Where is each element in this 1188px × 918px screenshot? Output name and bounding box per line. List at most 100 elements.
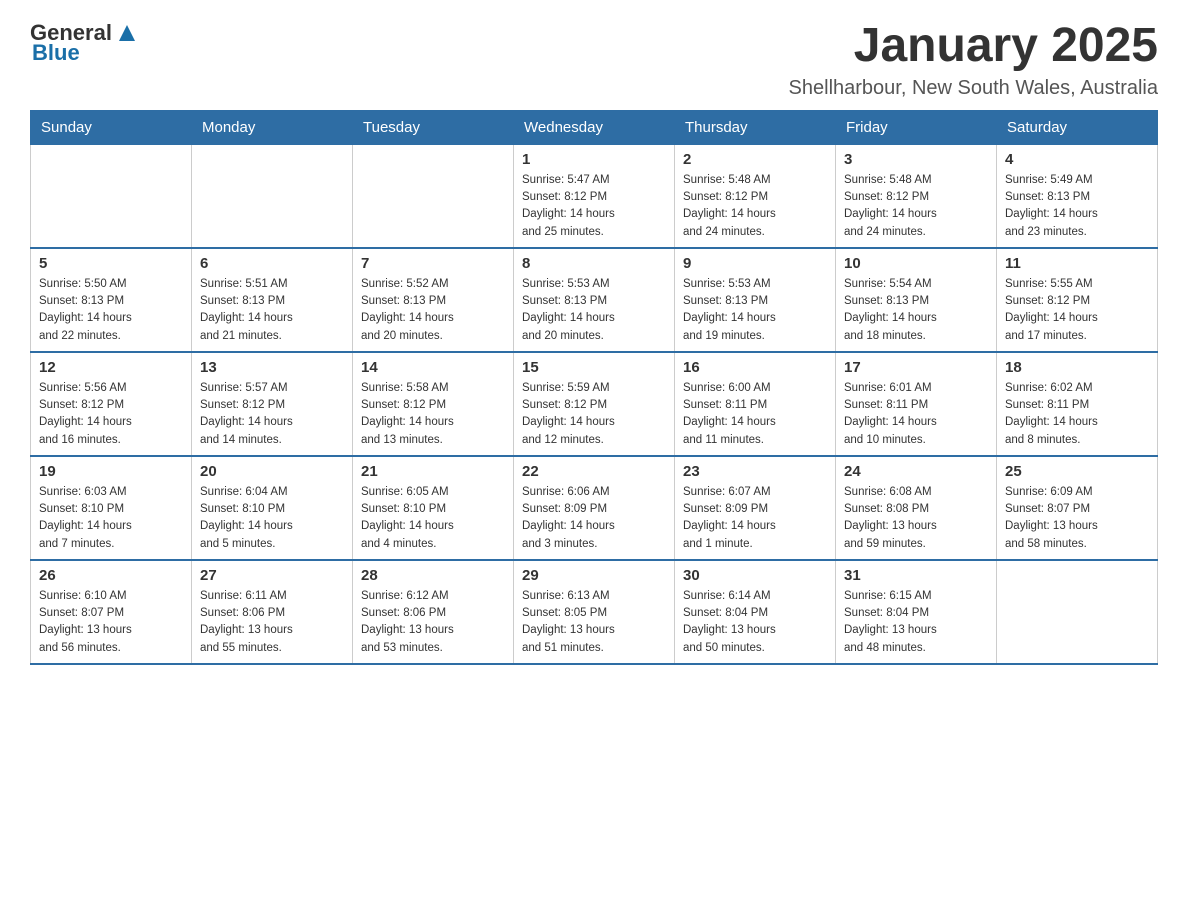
calendar-week-row: 1 Sunrise: 5:47 AM Sunset: 8:12 PM Daylig… bbox=[31, 144, 1158, 248]
calendar-day-cell: 10 Sunrise: 5:54 AM Sunset: 8:13 PM Dayli… bbox=[836, 248, 997, 352]
day-info: Sunrise: 6:02 AM Sunset: 8:11 PM Dayligh… bbox=[1005, 380, 1149, 449]
calendar-day-header: Tuesday bbox=[353, 110, 514, 144]
calendar-table: SundayMondayTuesdayWednesdayThursdayFrid… bbox=[30, 110, 1158, 665]
day-number: 8 bbox=[522, 255, 666, 272]
day-number: 17 bbox=[844, 359, 988, 376]
calendar-day-cell: 7 Sunrise: 5:52 AM Sunset: 8:13 PM Daylig… bbox=[353, 248, 514, 352]
calendar-day-cell bbox=[353, 144, 514, 248]
calendar-day-cell: 9Sunrise: 5:53 AM Sunset: 8:13 PM Daylig… bbox=[675, 248, 836, 352]
day-info: Sunrise: 6:06 AM Sunset: 8:09 PM Dayligh… bbox=[522, 484, 666, 553]
calendar-week-row: 19Sunrise: 6:03 AM Sunset: 8:10 PM Dayli… bbox=[31, 456, 1158, 560]
calendar-day-cell: 28 Sunrise: 6:12 AM Sunset: 8:06 PM Dayli… bbox=[353, 560, 514, 664]
day-number: 10 bbox=[844, 255, 988, 272]
calendar-day-cell: 1 Sunrise: 5:47 AM Sunset: 8:12 PM Daylig… bbox=[514, 144, 675, 248]
calendar-day-cell: 8 Sunrise: 5:53 AM Sunset: 8:13 PM Daylig… bbox=[514, 248, 675, 352]
day-info: Sunrise: 6:00 AM Sunset: 8:11 PM Dayligh… bbox=[683, 380, 827, 449]
day-info: Sunrise: 6:11 AM Sunset: 8:06 PM Dayligh… bbox=[200, 588, 344, 657]
calendar-day-cell: 19Sunrise: 6:03 AM Sunset: 8:10 PM Dayli… bbox=[31, 456, 192, 560]
calendar-day-cell: 6 Sunrise: 5:51 AM Sunset: 8:13 PM Daylig… bbox=[192, 248, 353, 352]
location-subtitle: Shellharbour, New South Wales, Australia bbox=[789, 77, 1158, 100]
calendar-day-header: Saturday bbox=[997, 110, 1158, 144]
day-info: Sunrise: 5:48 AM Sunset: 8:12 PM Dayligh… bbox=[844, 172, 988, 241]
calendar-day-cell: 25Sunrise: 6:09 AM Sunset: 8:07 PM Dayli… bbox=[997, 456, 1158, 560]
calendar-day-cell: 16 Sunrise: 6:00 AM Sunset: 8:11 PM Dayli… bbox=[675, 352, 836, 456]
calendar-day-header: Wednesday bbox=[514, 110, 675, 144]
day-number: 9 bbox=[683, 255, 827, 272]
month-title: January 2025 bbox=[789, 20, 1158, 73]
calendar-day-cell: 5 Sunrise: 5:50 AM Sunset: 8:13 PM Daylig… bbox=[31, 248, 192, 352]
calendar-day-cell bbox=[997, 560, 1158, 664]
day-info: Sunrise: 5:57 AM Sunset: 8:12 PM Dayligh… bbox=[200, 380, 344, 449]
day-number: 15 bbox=[522, 359, 666, 376]
day-info: Sunrise: 6:10 AM Sunset: 8:07 PM Dayligh… bbox=[39, 588, 183, 657]
day-info: Sunrise: 5:48 AM Sunset: 8:12 PM Dayligh… bbox=[683, 172, 827, 241]
calendar-day-cell: 29 Sunrise: 6:13 AM Sunset: 8:05 PM Dayli… bbox=[514, 560, 675, 664]
logo-blue-text: Blue bbox=[32, 40, 80, 66]
day-info: Sunrise: 6:08 AM Sunset: 8:08 PM Dayligh… bbox=[844, 484, 988, 553]
day-info: Sunrise: 5:54 AM Sunset: 8:13 PM Dayligh… bbox=[844, 276, 988, 345]
day-info: Sunrise: 6:13 AM Sunset: 8:05 PM Dayligh… bbox=[522, 588, 666, 657]
day-info: Sunrise: 5:47 AM Sunset: 8:12 PM Dayligh… bbox=[522, 172, 666, 241]
calendar-day-header: Friday bbox=[836, 110, 997, 144]
day-number: 16 bbox=[683, 359, 827, 376]
calendar-week-row: 12Sunrise: 5:56 AM Sunset: 8:12 PM Dayli… bbox=[31, 352, 1158, 456]
calendar-day-header: Sunday bbox=[31, 110, 192, 144]
calendar-day-cell: 23Sunrise: 6:07 AM Sunset: 8:09 PM Dayli… bbox=[675, 456, 836, 560]
day-number: 28 bbox=[361, 567, 505, 584]
calendar-header-row: SundayMondayTuesdayWednesdayThursdayFrid… bbox=[31, 110, 1158, 144]
calendar-day-cell: 14 Sunrise: 5:58 AM Sunset: 8:12 PM Dayli… bbox=[353, 352, 514, 456]
calendar-day-cell: 3 Sunrise: 5:48 AM Sunset: 8:12 PM Daylig… bbox=[836, 144, 997, 248]
day-number: 1 bbox=[522, 151, 666, 168]
day-number: 18 bbox=[1005, 359, 1149, 376]
day-number: 22 bbox=[522, 463, 666, 480]
calendar-day-cell: 13 Sunrise: 5:57 AM Sunset: 8:12 PM Dayli… bbox=[192, 352, 353, 456]
day-info: Sunrise: 5:50 AM Sunset: 8:13 PM Dayligh… bbox=[39, 276, 183, 345]
calendar-day-cell: 24 Sunrise: 6:08 AM Sunset: 8:08 PM Dayli… bbox=[836, 456, 997, 560]
calendar-day-cell: 2 Sunrise: 5:48 AM Sunset: 8:12 PM Daylig… bbox=[675, 144, 836, 248]
calendar-day-cell: 20 Sunrise: 6:04 AM Sunset: 8:10 PM Dayli… bbox=[192, 456, 353, 560]
calendar-day-cell: 4 Sunrise: 5:49 AM Sunset: 8:13 PM Daylig… bbox=[997, 144, 1158, 248]
day-number: 5 bbox=[39, 255, 183, 272]
calendar-day-cell: 22 Sunrise: 6:06 AM Sunset: 8:09 PM Dayli… bbox=[514, 456, 675, 560]
calendar-week-row: 5 Sunrise: 5:50 AM Sunset: 8:13 PM Daylig… bbox=[31, 248, 1158, 352]
logo: General Blue bbox=[30, 20, 140, 66]
day-number: 4 bbox=[1005, 151, 1149, 168]
page-header: General Blue January 2025 Shellharbour, … bbox=[30, 20, 1158, 100]
day-number: 24 bbox=[844, 463, 988, 480]
day-number: 7 bbox=[361, 255, 505, 272]
day-info: Sunrise: 6:14 AM Sunset: 8:04 PM Dayligh… bbox=[683, 588, 827, 657]
calendar-day-cell: 15Sunrise: 5:59 AM Sunset: 8:12 PM Dayli… bbox=[514, 352, 675, 456]
calendar-day-cell: 30 Sunrise: 6:14 AM Sunset: 8:04 PM Dayli… bbox=[675, 560, 836, 664]
calendar-day-cell: 21Sunrise: 6:05 AM Sunset: 8:10 PM Dayli… bbox=[353, 456, 514, 560]
calendar-day-header: Thursday bbox=[675, 110, 836, 144]
day-number: 2 bbox=[683, 151, 827, 168]
title-section: January 2025 Shellharbour, New South Wal… bbox=[789, 20, 1158, 100]
day-number: 14 bbox=[361, 359, 505, 376]
day-number: 6 bbox=[200, 255, 344, 272]
day-info: Sunrise: 6:04 AM Sunset: 8:10 PM Dayligh… bbox=[200, 484, 344, 553]
calendar-day-cell: 18 Sunrise: 6:02 AM Sunset: 8:11 PM Dayli… bbox=[997, 352, 1158, 456]
day-number: 29 bbox=[522, 567, 666, 584]
calendar-day-cell: 26 Sunrise: 6:10 AM Sunset: 8:07 PM Dayli… bbox=[31, 560, 192, 664]
day-info: Sunrise: 6:07 AM Sunset: 8:09 PM Dayligh… bbox=[683, 484, 827, 553]
day-number: 26 bbox=[39, 567, 183, 584]
calendar-day-cell: 12Sunrise: 5:56 AM Sunset: 8:12 PM Dayli… bbox=[31, 352, 192, 456]
day-info: Sunrise: 6:05 AM Sunset: 8:10 PM Dayligh… bbox=[361, 484, 505, 553]
day-info: Sunrise: 5:52 AM Sunset: 8:13 PM Dayligh… bbox=[361, 276, 505, 345]
calendar-day-cell bbox=[31, 144, 192, 248]
day-info: Sunrise: 5:51 AM Sunset: 8:13 PM Dayligh… bbox=[200, 276, 344, 345]
day-info: Sunrise: 5:58 AM Sunset: 8:12 PM Dayligh… bbox=[361, 380, 505, 449]
day-number: 30 bbox=[683, 567, 827, 584]
day-number: 20 bbox=[200, 463, 344, 480]
day-info: Sunrise: 5:53 AM Sunset: 8:13 PM Dayligh… bbox=[522, 276, 666, 345]
day-number: 25 bbox=[1005, 463, 1149, 480]
day-info: Sunrise: 6:12 AM Sunset: 8:06 PM Dayligh… bbox=[361, 588, 505, 657]
day-number: 13 bbox=[200, 359, 344, 376]
calendar-day-header: Monday bbox=[192, 110, 353, 144]
logo-icon bbox=[114, 19, 140, 45]
day-number: 27 bbox=[200, 567, 344, 584]
calendar-day-cell: 31Sunrise: 6:15 AM Sunset: 8:04 PM Dayli… bbox=[836, 560, 997, 664]
day-info: Sunrise: 5:56 AM Sunset: 8:12 PM Dayligh… bbox=[39, 380, 183, 449]
day-number: 3 bbox=[844, 151, 988, 168]
day-info: Sunrise: 5:49 AM Sunset: 8:13 PM Dayligh… bbox=[1005, 172, 1149, 241]
